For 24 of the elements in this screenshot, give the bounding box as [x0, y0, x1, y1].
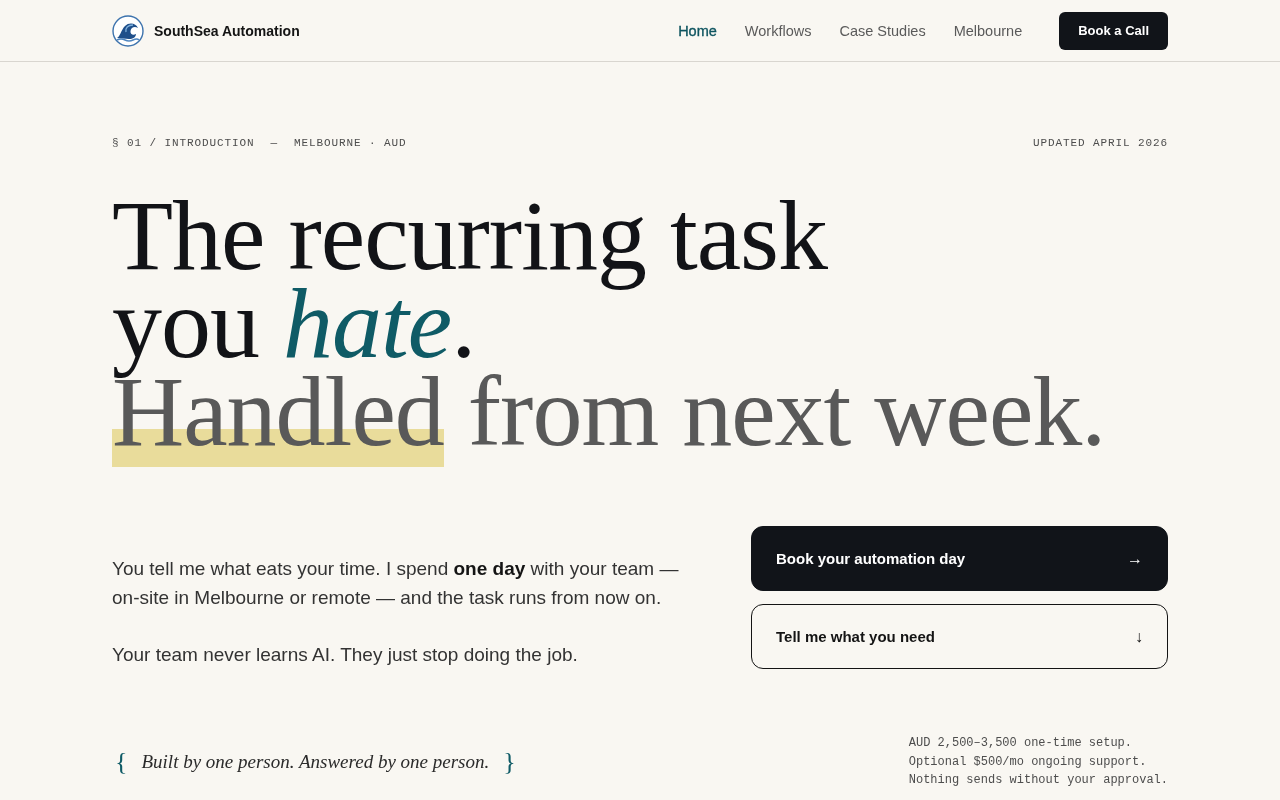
- location-label: MELBOURNE · AUD: [294, 136, 407, 150]
- intro-paragraph: Your team never learns AI. They just stop doing the job.: [112, 643, 579, 667]
- nav-link[interactable]: Melbourne: [953, 22, 1023, 39]
- pricing-note: Optional $500/mo ongoing support.: [908, 753, 1148, 771]
- arrow-icon: →: [1127, 550, 1143, 567]
- meta-divider: —: [270, 136, 279, 150]
- quote-text: Built by one person. Answered by one person.: [141, 750, 490, 773]
- nav-link[interactable]: Workflows: [744, 22, 812, 39]
- updated-label: UPDATED APRIL 2026: [1032, 136, 1168, 150]
- section-label: § 01 / INTRODUCTION: [112, 136, 255, 150]
- brace-mark: }: [503, 746, 516, 777]
- nav-link[interactable]: Home: [678, 22, 717, 39]
- arrow-icon: ↓: [1135, 628, 1143, 645]
- wave-logo-icon: [112, 14, 144, 47]
- pricing-note: Nothing sends without your approval.: [908, 772, 1168, 789]
- book-call-button[interactable]: Book a Call: [1059, 11, 1168, 50]
- brace-mark: {: [115, 746, 128, 777]
- brand-link[interactable]: SouthSea Automation: [112, 14, 300, 47]
- pricing-note: AUD 2,500–3,500 one-time setup.: [908, 735, 1133, 752]
- headline: The recurring task you hate. Handled from next week.: [112, 192, 1106, 469]
- intro-paragraph: You tell me what eats your time. I spend one day with your team — on-site in Melbourne or remote — and the task runs from now on.: [112, 557, 680, 610]
- nav-link[interactable]: Case Studies: [839, 22, 926, 39]
- tell-me-button[interactable]: Tell me what you need ↓: [751, 604, 1168, 669]
- book-day-button[interactable]: Book your automation day →: [751, 526, 1168, 591]
